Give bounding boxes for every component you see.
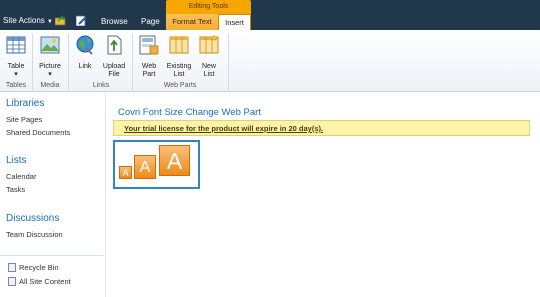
- font-size-small-button[interactable]: A: [119, 166, 132, 179]
- picture-button[interactable]: Picture ▾: [36, 34, 64, 79]
- site-actions-menu[interactable]: Site Actions ▼: [3, 16, 53, 27]
- recycle-bin-icon: [8, 263, 16, 272]
- navigate-up-icon[interactable]: [55, 15, 67, 26]
- link-button[interactable]: Link: [73, 34, 97, 71]
- font-size-medium-button[interactable]: A: [134, 155, 156, 179]
- link-label: Link: [78, 63, 92, 70]
- nav-heading-lists[interactable]: Lists: [6, 155, 27, 166]
- editing-tools-header: Editing Tools: [166, 0, 251, 14]
- web-part-label-line1: Web: [141, 63, 157, 70]
- picture-dropdown: ▾: [48, 71, 52, 78]
- group-label-links: Links: [92, 82, 110, 89]
- existing-list-icon: [169, 36, 189, 54]
- tab-page[interactable]: Page: [141, 17, 160, 27]
- nav-item-tasks[interactable]: Tasks: [6, 185, 25, 194]
- new-list-label-line1: New: [201, 63, 216, 70]
- existing-list-label-line2: List: [173, 71, 185, 78]
- group-separator: [228, 34, 229, 90]
- ribbon: Table ▾ Tables Picture ▾ Media Link Uplo…: [0, 30, 540, 92]
- font-size-web-part: A A A: [113, 140, 200, 189]
- upload-file-button[interactable]: Upload File: [100, 34, 128, 79]
- table-button[interactable]: Table ▾: [4, 34, 28, 79]
- new-list-button[interactable]: New List: [196, 34, 222, 79]
- all-site-content-link[interactable]: All Site Content: [8, 277, 71, 286]
- table-label: Table: [7, 63, 25, 70]
- site-actions-label: Site Actions: [3, 16, 45, 25]
- quick-launch: Libraries Site Pages Shared Documents Li…: [0, 93, 106, 297]
- group-label-web-parts: Web Parts: [163, 82, 197, 89]
- tab-format-text[interactable]: Format Text: [166, 14, 218, 30]
- upload-file-icon: [107, 35, 122, 55]
- web-part-icon: [139, 35, 159, 55]
- new-list-icon: [199, 34, 219, 54]
- group-label-tables: Tables: [5, 82, 27, 89]
- trial-license-banner: Your trial license for the product will …: [113, 120, 530, 136]
- all-site-content-label: All Site Content: [19, 277, 71, 286]
- upload-label-line1: Upload: [102, 63, 126, 70]
- recycle-bin-label: Recycle Bin: [19, 263, 59, 272]
- group-separator: [68, 34, 69, 90]
- site-content-icon: [8, 277, 16, 286]
- top-bar: Site Actions ▼ Browse Page Editing Tools …: [0, 0, 540, 30]
- table-icon: [6, 36, 26, 54]
- nav-item-calendar[interactable]: Calendar: [6, 172, 36, 181]
- web-part-label-line2: Part: [142, 71, 156, 78]
- existing-list-label-line1: Existing: [166, 63, 192, 70]
- nav-heading-discussions[interactable]: Discussions: [6, 213, 59, 224]
- web-part-button[interactable]: Web Part: [136, 34, 162, 79]
- nav-item-site-pages[interactable]: Site Pages: [6, 115, 42, 124]
- table-dropdown: ▾: [14, 71, 18, 78]
- tab-insert[interactable]: Insert: [218, 14, 251, 30]
- trial-license-message[interactable]: Your trial license for the product will …: [124, 124, 323, 133]
- nav-item-team-discussion[interactable]: Team Discussion: [6, 230, 63, 239]
- font-size-large-button[interactable]: A: [159, 145, 190, 176]
- nav-item-shared-documents[interactable]: Shared Documents: [6, 128, 70, 137]
- upload-label-line2: File: [108, 71, 120, 78]
- edit-page-icon[interactable]: [76, 15, 88, 26]
- tab-browse[interactable]: Browse: [101, 17, 128, 27]
- recycle-bin-link[interactable]: Recycle Bin: [8, 263, 59, 272]
- globe-link-icon: [76, 35, 94, 55]
- chevron-down-icon: ▼: [46, 19, 53, 25]
- group-separator: [32, 34, 33, 90]
- nav-bottom-links: Recycle Bin All Site Content: [0, 255, 104, 297]
- group-separator: [132, 34, 133, 90]
- picture-label: Picture: [39, 63, 61, 70]
- web-part-title: Covri Font Size Change Web Part: [118, 107, 261, 118]
- new-list-label-line2: List: [203, 71, 215, 78]
- nav-heading-libraries[interactable]: Libraries: [6, 98, 44, 109]
- existing-list-button[interactable]: Existing List: [165, 34, 193, 79]
- group-label-media: Media: [40, 82, 60, 89]
- picture-icon: [40, 36, 60, 54]
